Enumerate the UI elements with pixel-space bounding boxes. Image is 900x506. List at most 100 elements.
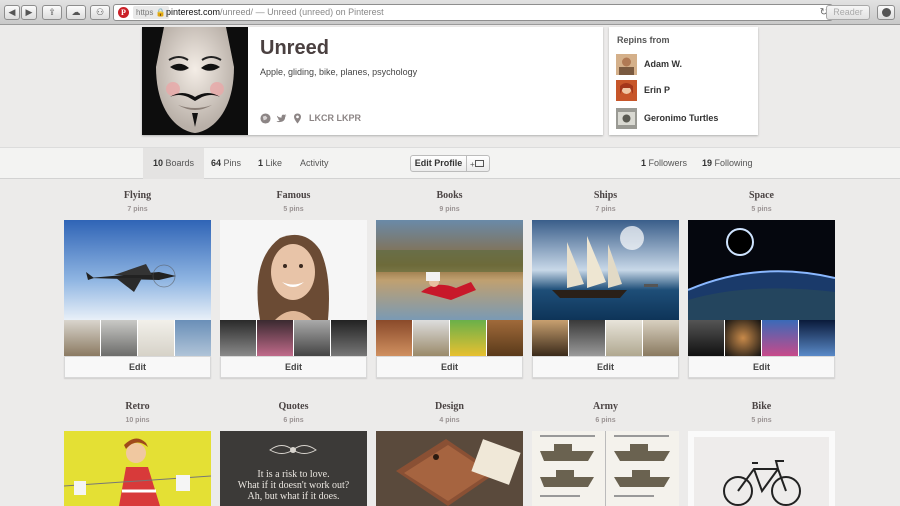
board-title[interactable]: Design [376,401,523,412]
twitter-icon[interactable] [276,113,287,124]
tab-pins[interactable]: 64 Pins [211,148,241,179]
address-bar[interactable]: P https 🔒 pinterest.com/unreed/ — Unreed… [113,4,833,21]
network-icon: ⚇ [95,7,105,17]
repin-user[interactable]: Adam W. [616,53,682,75]
forward-icon: ▶ [25,7,33,17]
board-edit-button[interactable]: Edit [376,356,523,378]
repins-title: Repins from [617,35,670,45]
board-title[interactable]: Retro [64,401,211,412]
repin-user-name: Adam W. [644,59,683,69]
board-pin-count: 4 pins [439,417,460,424]
boards-count: 10 [153,158,164,168]
boards-label: Boards [165,158,195,168]
tab-followers[interactable]: 1 Followers [641,148,687,179]
profile-about: Apple, gliding, bike, planes, psychology [260,67,418,77]
reader-button[interactable]: Reader [826,5,870,20]
board-edit-button[interactable]: Edit [220,356,367,378]
repin-user-name: Erin P [644,85,671,95]
board-pin-count: 10 pins [125,417,150,424]
download-button[interactable] [877,5,895,20]
profile-card: Unreed Apple, gliding, bike, planes, psy… [142,27,603,135]
repin-user-name: Geronimo Turtles [644,113,719,123]
repins-from-panel: Repins from Adam W. Erin P Geronimo Turt… [609,27,758,135]
board-cover-image[interactable] [688,220,835,320]
board-cover-image[interactable]: It is a risk to love. What if it doesn't… [220,431,367,506]
protocol-label: https [136,8,154,17]
board-thumbnails [220,320,367,356]
board-cover-image[interactable] [376,431,523,506]
profile-location: LKCR LKPR [309,113,361,123]
likes-count: 1 [258,158,264,168]
following-label: Following [714,158,753,168]
board-title[interactable]: Space [688,190,835,201]
board-pin-count: 9 pins [439,206,460,213]
edit-profile-button[interactable]: Edit Profile [410,155,467,172]
board-cover-image[interactable] [220,220,367,320]
back-button[interactable]: ◀ [4,5,20,20]
icloud-tabs-button[interactable]: ☁ [66,5,86,20]
board-cover-image[interactable] [64,220,211,320]
board-cover-image[interactable] [376,220,523,320]
repin-user[interactable]: Erin P [616,79,670,101]
board-thumbnails [376,320,523,356]
download-icon [882,8,891,17]
dashboard-toggle-icon: + [470,160,475,169]
board-cover-image[interactable] [64,431,211,506]
profile-avatar[interactable] [142,27,248,135]
board-pin-count: 5 pins [283,206,304,213]
url-text: pinterest.com/unreed/ — Unreed (unreed) … [166,5,384,20]
board-title[interactable]: Books [376,190,523,201]
profile-name: Unreed [260,37,329,59]
ornament-icon [269,445,317,454]
dashboard-toggle-button[interactable]: + [466,155,490,172]
tab-boards[interactable]: 10 Boards [143,148,205,179]
followers-label: Followers [648,158,688,168]
browser-toolbar: ◀ ▶ ⇪ ☁ ⚇ P https 🔒 pinterest.com/unreed… [0,0,900,25]
cloud-icon: ☁ [71,7,81,17]
avatar [616,79,637,101]
share-icon: ⇪ [48,7,56,17]
board-pin-count: 7 pins [127,206,148,213]
board-pin-count: 7 pins [595,206,616,213]
board-thumbnails [532,320,679,356]
url-path: /unreed/ [220,7,254,17]
board-edit-button[interactable]: Edit [64,356,211,378]
board-thumbnails [64,320,211,356]
board-edit-button[interactable]: Edit [688,356,835,378]
profile-stats-bar: 10 Boards 64 Pins 1 Like Activity Edit P… [0,147,900,179]
profile-links: LKCR LKPR [260,112,361,124]
board-cover-image[interactable] [688,431,835,506]
followers-count: 1 [641,158,647,168]
board-cover-image[interactable] [532,431,679,506]
board-pin-count: 5 pins [751,417,772,424]
board-title[interactable]: Bike [688,401,835,412]
share-button[interactable]: ⇪ [42,5,62,20]
following-count: 19 [702,158,713,168]
back-icon: ◀ [8,7,16,17]
forward-button[interactable]: ▶ [21,5,37,20]
board-title[interactable]: Army [532,401,679,412]
pinterest-icon: P [118,7,129,18]
board-title[interactable]: Famous [220,190,367,201]
board-title[interactable]: Flying [64,190,211,201]
board-thumbnails [688,320,835,356]
board-pin-count: 6 pins [283,417,304,424]
pins-count: 64 [211,158,222,168]
tab-following[interactable]: 19 Following [702,148,753,179]
board-edit-button[interactable]: Edit [532,356,679,378]
tab-activity[interactable]: Activity [300,148,329,179]
avatar [616,107,637,129]
board-cover-image[interactable] [532,220,679,320]
pins-label: Pins [223,158,242,168]
board-title[interactable]: Quotes [220,401,367,412]
https-badge: https 🔒 [133,6,169,19]
globe-icon[interactable] [260,112,271,124]
lock-icon: 🔒 [155,8,166,17]
bookmarks-button[interactable]: ⚇ [90,5,110,20]
activity-label: Activity [300,158,329,168]
avatar [616,53,637,75]
board-pin-count: 5 pins [751,206,772,213]
board-title[interactable]: Ships [532,190,679,201]
repin-user[interactable]: Geronimo Turtles [616,107,718,129]
tab-likes[interactable]: 1 Like [258,148,282,179]
